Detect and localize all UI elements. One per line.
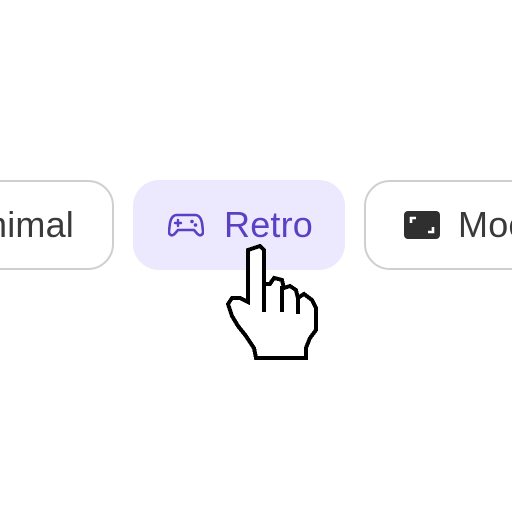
theme-chip-row: nimal Retro Moc <box>0 0 512 512</box>
chip-modern[interactable]: Moc <box>364 180 512 270</box>
screen-corners-icon <box>404 211 440 239</box>
gamepad-icon <box>168 212 204 238</box>
chip-retro-label: Retro <box>224 204 314 245</box>
chip-modern-label: Moc <box>458 204 512 245</box>
pointer-hand-icon <box>225 243 318 360</box>
chip-minimal-label: nimal <box>0 204 74 245</box>
chip-minimal[interactable]: nimal <box>0 180 114 270</box>
